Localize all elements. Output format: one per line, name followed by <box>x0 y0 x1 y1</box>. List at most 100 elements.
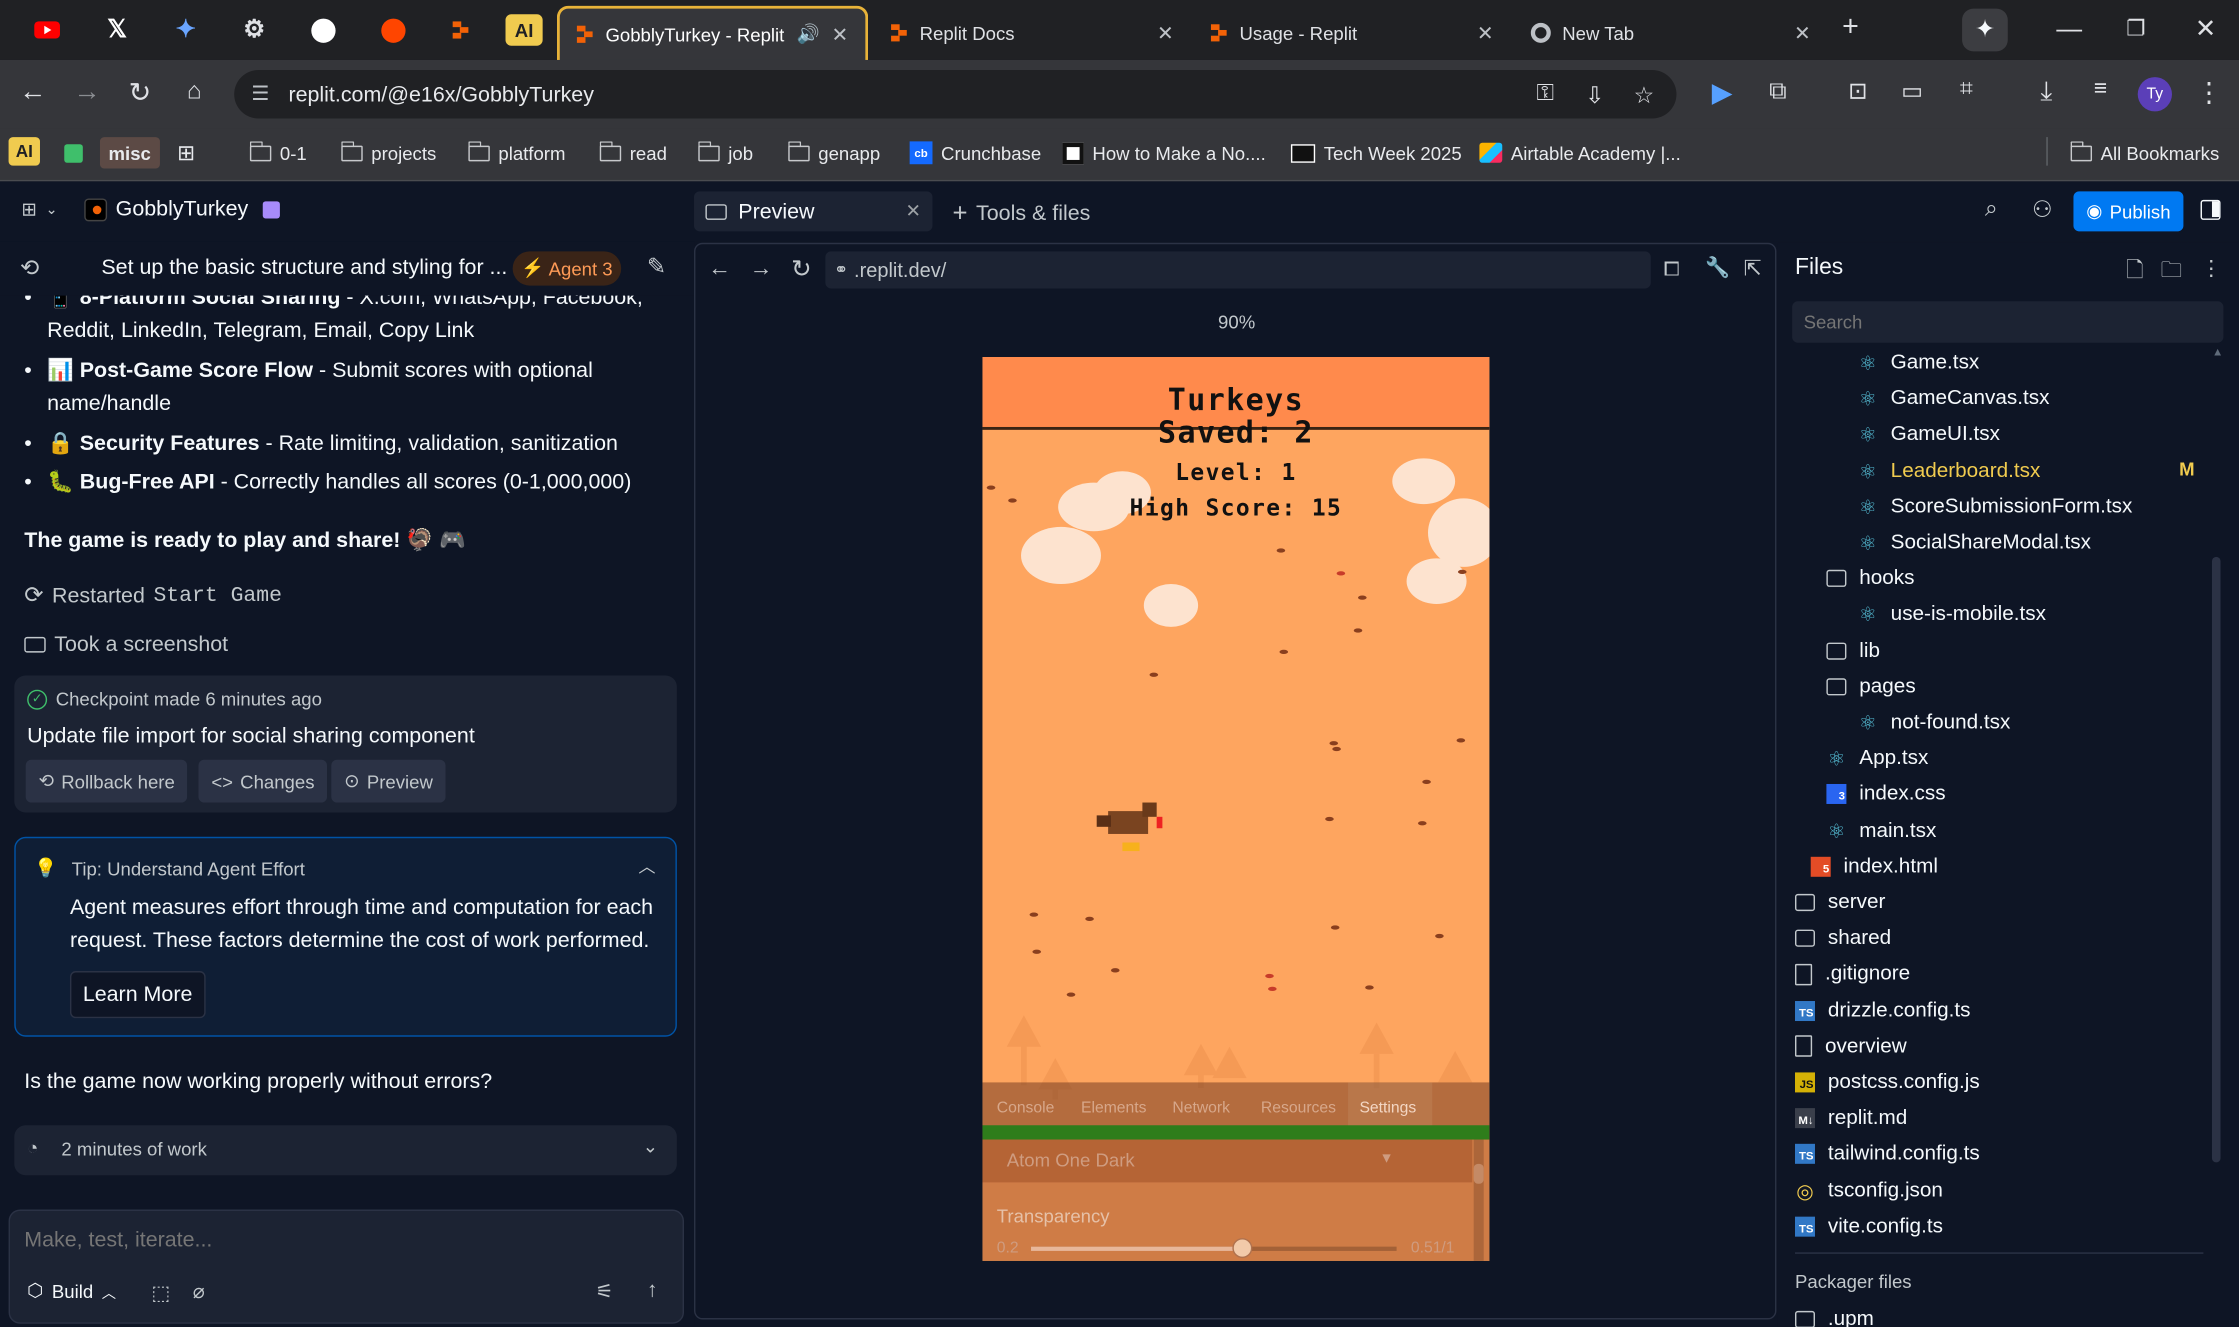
tab-replit-docs[interactable]: Replit Docs ✕ <box>874 6 1191 60</box>
file-item[interactable]: ⚛ Leaderboard.tsx <box>1858 454 2040 488</box>
folder-item[interactable]: lib <box>1826 633 1880 667</box>
devtools-tab-settings[interactable]: Settings <box>1348 1082 1433 1130</box>
devtools-tab-console[interactable]: Console <box>997 1100 1055 1117</box>
replit-extension-icon[interactable]: ▶ <box>1705 77 1739 110</box>
collapse-chevron-icon[interactable]: ︿ <box>638 854 655 878</box>
devtools-tab-resources[interactable]: Resources <box>1261 1100 1336 1117</box>
file-item[interactable]: ⚛ ScoreSubmissionForm.tsx <box>1858 490 2132 524</box>
back-arrow-icon[interactable]: ← <box>16 77 50 108</box>
file-item[interactable]: ⚛ SocialShareModal.tsx <box>1858 526 2091 560</box>
preview-url-bar[interactable]: ⚭ .replit.dev/ <box>825 251 1651 289</box>
devtools-wrench-icon[interactable]: 🔧 <box>1705 256 1730 280</box>
search-icon[interactable]: ⌕ <box>1985 197 1998 223</box>
history-icon[interactable]: ⟲ <box>20 254 39 283</box>
gemini-sparkle-button[interactable]: ✦ <box>1962 8 2008 52</box>
extensions-puzzle-icon[interactable]: ⧉ <box>1761 77 1795 106</box>
profile-avatar[interactable]: Ty <box>2137 77 2172 112</box>
bookmark-star-icon[interactable]: ☆ <box>1634 81 1654 110</box>
speaker-icon[interactable]: 🔊 <box>797 23 820 46</box>
bookmark-folder-platform[interactable]: platform <box>467 137 565 168</box>
settings-sliders-icon[interactable]: ⚟ <box>595 1279 613 1303</box>
file-item[interactable]: TS tailwind.config.ts <box>1794 1137 1980 1171</box>
ai-pinned-tab[interactable]: AI <box>505 14 543 46</box>
file-item[interactable]: ⚛ not-found.tsx <box>1858 705 2011 739</box>
preview-checkpoint-button[interactable]: ⊙ Preview <box>331 759 446 803</box>
learn-more-button[interactable]: Learn More <box>69 971 206 1019</box>
project-name-button[interactable]: GobblyTurkey <box>84 197 280 221</box>
address-bar[interactable]: ☰ replit.com/@e16x/GobblyTurkey ⚿ ⇩ ☆ <box>234 69 1677 119</box>
preview-back-icon[interactable]: ← <box>708 257 731 283</box>
file-item[interactable]: ⚛ GameUI.tsx <box>1858 418 2000 452</box>
publish-button[interactable]: ◉ Publish <box>2073 191 2184 232</box>
download-icon[interactable]: ⤓ <box>2029 77 2063 108</box>
close-tab-icon[interactable]: ✕ <box>905 200 921 223</box>
tab-preview[interactable]: Preview ✕ <box>694 191 933 232</box>
reload-icon[interactable]: ↻ <box>123 77 157 110</box>
workspace-menu-button[interactable]: ⊞ ⌄ <box>21 198 57 221</box>
window-close-icon[interactable]: ✕ <box>2195 14 2217 44</box>
tools-files-button[interactable]: + Tools & files <box>952 198 1090 228</box>
file-item[interactable]: ⚛ Game.tsx <box>1858 346 1979 380</box>
chrome-menu-icon[interactable]: ⋮ <box>2192 77 2226 110</box>
bookmark-folder-genapp[interactable]: genapp <box>787 137 880 168</box>
new-folder-icon[interactable]: 🗀 <box>2161 256 2182 292</box>
tab-new-tab[interactable]: New Tab ✕ <box>1514 6 1828 60</box>
new-chat-icon[interactable]: ✎ <box>647 253 666 282</box>
file-item[interactable]: TS drizzle.config.ts <box>1794 993 1971 1027</box>
tab-gobblyturkey[interactable]: GobblyTurkey - Replit 🔊 ✕ <box>556 5 869 60</box>
gemini-pinned-tab[interactable]: ✦ <box>167 11 204 48</box>
chevron-down-icon[interactable]: ⌄ <box>643 1135 659 1158</box>
slider-thumb[interactable] <box>1232 1238 1253 1259</box>
preview-forward-icon[interactable]: → <box>750 257 773 283</box>
preview-reload-icon[interactable]: ↻ <box>791 256 811 285</box>
replit-pinned-tab[interactable] <box>443 11 480 48</box>
file-item[interactable]: 5 index.html <box>1810 849 1938 883</box>
tab-search-icon[interactable]: ▭ <box>1895 77 1929 106</box>
close-tab-icon[interactable]: ✕ <box>1794 21 1811 45</box>
devtools-tab-elements[interactable]: Elements <box>1081 1100 1146 1117</box>
thread-title[interactable]: Set up the basic structure and styling f… <box>101 256 507 280</box>
rollback-button[interactable]: ⟲ Rollback here <box>25 759 188 803</box>
cast-icon[interactable]: ⌗ <box>1949 77 1983 103</box>
bookmark-crunchbase[interactable]: cb Crunchbase <box>909 137 1041 168</box>
bookmark-how-to-make[interactable]: How to Make a No.... <box>1062 137 1266 168</box>
install-app-icon[interactable]: ⇩ <box>1585 81 1604 110</box>
minimize-icon[interactable]: — <box>2056 14 2082 44</box>
new-file-icon[interactable]: 🗋 <box>2126 256 2143 292</box>
file-item[interactable]: ⚛ GameCanvas.tsx <box>1858 382 2050 416</box>
bookmark-ai[interactable]: AI <box>8 137 40 166</box>
files-scrollbar[interactable] <box>2211 556 2221 1163</box>
reddit-pinned-tab[interactable] <box>374 11 411 48</box>
folder-item[interactable]: server <box>1794 885 1885 919</box>
file-item[interactable]: M↓ replit.md <box>1794 1101 1907 1135</box>
game-canvas[interactable]: Turkeys Saved: 2 Level: 1 High Score: 15 <box>982 357 1490 1261</box>
scroll-up-icon[interactable]: ▲ <box>2212 346 2223 359</box>
folder-item[interactable]: pages <box>1826 669 1916 703</box>
close-tab-icon[interactable]: ✕ <box>831 22 848 46</box>
bookmark-airtable[interactable]: Airtable Academy |... <box>1479 137 1681 168</box>
open-external-icon[interactable]: ⇱ <box>1744 256 1762 281</box>
file-item[interactable]: overview <box>1794 1029 1907 1063</box>
youtube-pinned-tab[interactable] <box>29 11 66 48</box>
folder-item[interactable]: shared <box>1794 921 1891 955</box>
file-item[interactable]: ⚛ App.tsx <box>1826 741 1928 775</box>
file-item[interactable]: .gitignore <box>1794 957 1910 991</box>
site-info-icon[interactable]: ☰ <box>251 81 269 105</box>
work-summary[interactable]: ◔ 2 minutes of work ⌄ <box>14 1125 677 1176</box>
apps-grid-icon[interactable]: ⊞ <box>177 137 195 168</box>
media-control-icon[interactable]: ≡ <box>2083 77 2117 103</box>
transparency-slider[interactable] <box>1031 1238 1397 1259</box>
changes-button[interactable]: <> Changes <box>198 759 328 803</box>
file-item[interactable]: .upm <box>1794 1302 1874 1327</box>
bookmark-green-square[interactable] <box>64 137 83 168</box>
github-pinned-tab[interactable] <box>304 11 341 48</box>
attach-paperclip-icon[interactable]: ⌀ <box>193 1279 205 1303</box>
file-item[interactable]: JS postcss.config.js <box>1794 1065 1980 1099</box>
password-key-icon[interactable]: ⚿ <box>1537 81 1554 107</box>
home-icon[interactable]: ⌂ <box>177 77 211 106</box>
bookmark-folder-read[interactable]: read <box>599 137 667 168</box>
bookmark-all-bookmarks[interactable]: All Bookmarks <box>2069 137 2219 168</box>
files-search-input[interactable] <box>1792 301 2224 343</box>
devices-icon[interactable]: ⧠ <box>1664 257 1680 281</box>
forward-arrow-icon[interactable]: → <box>70 77 104 108</box>
